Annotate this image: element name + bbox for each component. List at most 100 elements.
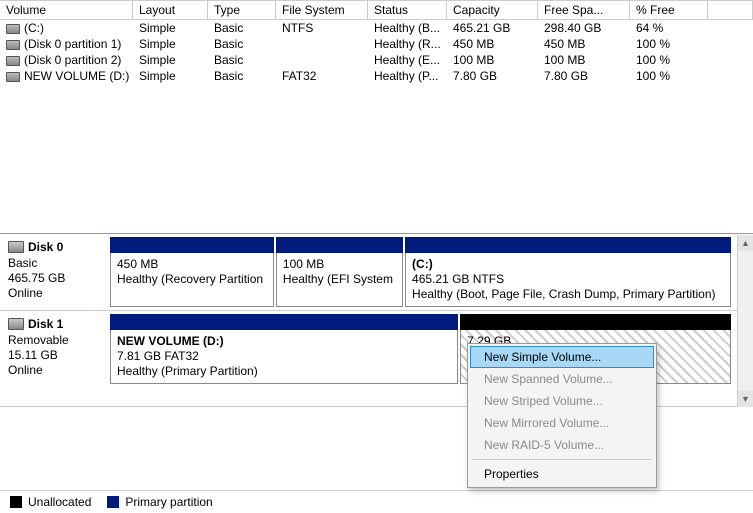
- legend-swatch-black: [10, 496, 22, 508]
- volume-type: Basic: [208, 69, 276, 83]
- volume-layout: Simple: [133, 69, 208, 83]
- partition-header-bar: [276, 237, 403, 253]
- disk-size: 465.75 GB: [8, 271, 102, 286]
- legend-item-unallocated: Unallocated: [10, 495, 91, 509]
- volume-freespace: 7.80 GB: [538, 69, 630, 83]
- volume-fs: NTFS: [276, 21, 368, 35]
- partition-size: 100 MB: [283, 257, 396, 272]
- disk-size: 15.11 GB: [8, 348, 102, 363]
- volume-type: Basic: [208, 37, 276, 51]
- partition-title: NEW VOLUME (D:): [117, 334, 451, 349]
- volume-percentfree: 100 %: [630, 53, 708, 67]
- partition-status: Healthy (Primary Partition): [117, 364, 451, 379]
- col-header-status[interactable]: Status: [368, 0, 447, 19]
- col-header-filesystem[interactable]: File System: [276, 0, 368, 19]
- volume-name: NEW VOLUME (D:): [24, 69, 129, 83]
- scroll-up-button[interactable]: ▲: [738, 235, 753, 251]
- volume-capacity: 465.21 GB: [447, 21, 538, 35]
- disk-icon: [6, 40, 20, 50]
- partition-header-bar: [110, 314, 458, 330]
- legend-item-primary: Primary partition: [107, 495, 212, 509]
- col-header-empty: [708, 0, 753, 19]
- volume-percentfree: 100 %: [630, 69, 708, 83]
- disk-row-0: Disk 0 Basic 465.75 GB Online 450 MB Hea…: [0, 234, 753, 311]
- legend-swatch-navy: [107, 496, 119, 508]
- volume-layout: Simple: [133, 53, 208, 67]
- volume-name: (C:): [24, 21, 44, 35]
- disk-type: Basic: [8, 256, 102, 271]
- col-header-freespace[interactable]: Free Spa...: [538, 0, 630, 19]
- volume-capacity: 100 MB: [447, 53, 538, 67]
- menu-new-spanned-volume[interactable]: New Spanned Volume...: [470, 368, 654, 390]
- disk-state: Online: [8, 363, 102, 378]
- disk-title: Disk 0: [28, 240, 63, 254]
- menu-new-striped-volume[interactable]: New Striped Volume...: [470, 390, 654, 412]
- disk-label-pane-1[interactable]: Disk 1 Removable 15.11 GB Online: [0, 311, 110, 406]
- col-header-type[interactable]: Type: [208, 0, 276, 19]
- partition-header-bar: [405, 237, 731, 253]
- menu-new-simple-volume[interactable]: New Simple Volume...: [470, 346, 654, 368]
- partition-size: 7.81 GB FAT32: [117, 349, 451, 364]
- partition-size: 465.21 GB NTFS: [412, 272, 724, 287]
- scroll-track[interactable]: [738, 251, 753, 391]
- volume-row[interactable]: (Disk 0 partition 2) Simple Basic Health…: [0, 52, 753, 68]
- volume-status: Healthy (P...: [368, 69, 447, 83]
- partition-status: Healthy (Recovery Partition: [117, 272, 267, 287]
- volume-layout: Simple: [133, 21, 208, 35]
- partition-header-bar: [110, 237, 274, 253]
- col-header-capacity[interactable]: Capacity: [447, 0, 538, 19]
- partition-header-bar: [460, 314, 731, 330]
- legend-label-primary: Primary partition: [125, 495, 212, 509]
- menu-properties[interactable]: Properties: [470, 463, 654, 485]
- menu-new-mirrored-volume[interactable]: New Mirrored Volume...: [470, 412, 654, 434]
- volume-name: (Disk 0 partition 2): [24, 53, 121, 67]
- volume-row[interactable]: (C:) Simple Basic NTFS Healthy (B... 465…: [0, 20, 753, 36]
- col-header-volume[interactable]: Volume: [0, 0, 133, 19]
- col-header-layout[interactable]: Layout: [133, 0, 208, 19]
- volume-freespace: 100 MB: [538, 53, 630, 67]
- volume-layout: Simple: [133, 37, 208, 51]
- disk-title: Disk 1: [28, 317, 63, 331]
- disk-icon: [8, 318, 24, 330]
- menu-separator: [472, 459, 652, 460]
- partition-pane-0: 450 MB Healthy (Recovery Partition 100 M…: [110, 234, 735, 310]
- partition-title: (C:): [412, 257, 724, 272]
- partition-status: Healthy (Boot, Page File, Crash Dump, Pr…: [412, 287, 724, 302]
- volume-percentfree: 64 %: [630, 21, 708, 35]
- disk-icon: [6, 56, 20, 66]
- disk-icon: [6, 24, 20, 34]
- volume-status: Healthy (R...: [368, 37, 447, 51]
- volume-status: Healthy (E...: [368, 53, 447, 67]
- disk-label-pane-0[interactable]: Disk 0 Basic 465.75 GB Online: [0, 234, 110, 310]
- volume-row[interactable]: NEW VOLUME (D:) Simple Basic FAT32 Healt…: [0, 68, 753, 84]
- disk-state: Online: [8, 286, 102, 301]
- volume-freespace: 450 MB: [538, 37, 630, 51]
- legend: Unallocated Primary partition: [0, 490, 753, 513]
- volume-name: (Disk 0 partition 1): [24, 37, 121, 51]
- col-header-percentfree[interactable]: % Free: [630, 0, 708, 19]
- vertical-scrollbar[interactable]: ▲ ▼: [737, 235, 753, 407]
- volume-status: Healthy (B...: [368, 21, 447, 35]
- partition-block[interactable]: NEW VOLUME (D:) 7.81 GB FAT32 Healthy (P…: [110, 314, 458, 384]
- legend-label-unallocated: Unallocated: [28, 495, 91, 509]
- volume-fs: FAT32: [276, 69, 368, 83]
- volume-list-body: (C:) Simple Basic NTFS Healthy (B... 465…: [0, 20, 753, 84]
- menu-new-raid5-volume[interactable]: New RAID-5 Volume...: [470, 434, 654, 456]
- partition-block[interactable]: 450 MB Healthy (Recovery Partition: [110, 237, 274, 307]
- volume-capacity: 450 MB: [447, 37, 538, 51]
- partition-block[interactable]: 100 MB Healthy (EFI System: [276, 237, 403, 307]
- partition-size: 450 MB: [117, 257, 267, 272]
- volume-capacity: 7.80 GB: [447, 69, 538, 83]
- partition-status: Healthy (EFI System: [283, 272, 396, 287]
- disk-type: Removable: [8, 333, 102, 348]
- context-menu: New Simple Volume... New Spanned Volume.…: [467, 343, 657, 488]
- disk-icon: [6, 72, 20, 82]
- volume-row[interactable]: (Disk 0 partition 1) Simple Basic Health…: [0, 36, 753, 52]
- scroll-down-button[interactable]: ▼: [738, 391, 753, 407]
- volume-type: Basic: [208, 21, 276, 35]
- volume-percentfree: 100 %: [630, 37, 708, 51]
- volume-freespace: 298.40 GB: [538, 21, 630, 35]
- partition-block[interactable]: (C:) 465.21 GB NTFS Healthy (Boot, Page …: [405, 237, 731, 307]
- volume-list-header: Volume Layout Type File System Status Ca…: [0, 0, 753, 20]
- volume-type: Basic: [208, 53, 276, 67]
